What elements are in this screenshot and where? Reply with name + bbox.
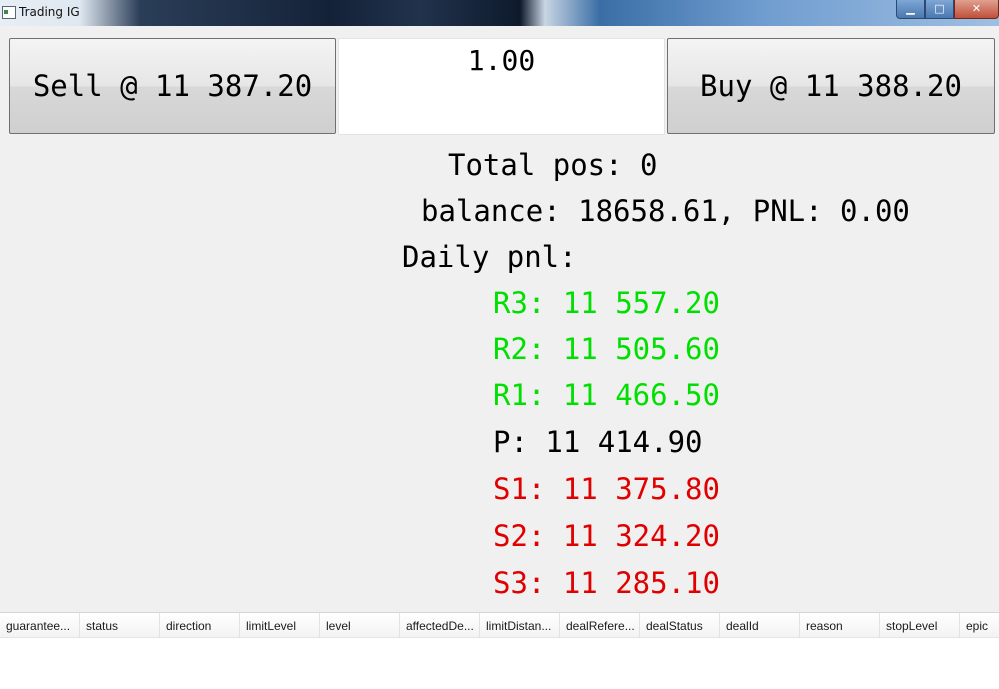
quantity-input[interactable]: 1.00 <box>338 38 665 135</box>
resistance-2-level: R2: 11 505.60 <box>493 332 720 366</box>
daily-pnl-label: Daily pnl: <box>402 240 577 274</box>
column-header-limit-distance[interactable]: limitDistan... <box>480 613 560 637</box>
column-header-deal-status[interactable]: dealStatus <box>640 613 720 637</box>
column-header-deal-id[interactable]: dealId <box>720 613 800 637</box>
support-2-level: S2: 11 324.20 <box>493 519 720 553</box>
window-controls: ▁ □ ✕ <box>896 0 999 19</box>
maximize-icon[interactable]: □ <box>925 0 954 19</box>
title-bar: Trading IG ▁ □ ✕ <box>0 0 999 26</box>
column-header-stop-level[interactable]: stopLevel <box>880 613 960 637</box>
support-1-level: S1: 11 375.80 <box>493 472 720 506</box>
close-icon[interactable]: ✕ <box>954 0 999 19</box>
column-header-level[interactable]: level <box>320 613 400 637</box>
column-header-reason[interactable]: reason <box>800 613 880 637</box>
column-header-deal-reference[interactable]: dealRefere... <box>560 613 640 637</box>
column-header-guaranteed[interactable]: guarantee... <box>0 613 80 637</box>
column-header-status[interactable]: status <box>80 613 160 637</box>
support-3-level: S3: 11 285.10 <box>493 566 720 600</box>
buy-button[interactable]: Buy @ 11 388.20 <box>667 38 995 134</box>
column-header-direction[interactable]: direction <box>160 613 240 637</box>
column-header-affected-deals[interactable]: affectedDe... <box>400 613 480 637</box>
resistance-1-level: R1: 11 466.50 <box>493 378 720 412</box>
pivot-level: P: 11 414.90 <box>493 425 703 459</box>
minimize-icon[interactable]: ▁ <box>896 0 925 19</box>
balance-pnl-label: balance: 18658.61, PNL: 0.00 <box>421 194 910 228</box>
table-header: guarantee... status direction limitLevel… <box>0 612 999 638</box>
positions-table: guarantee... status direction limitLevel… <box>0 612 999 689</box>
column-header-limit-level[interactable]: limitLevel <box>240 613 320 637</box>
column-header-epic[interactable]: epic <box>960 613 999 637</box>
app-icon <box>2 6 16 19</box>
sell-button[interactable]: Sell @ 11 387.20 <box>9 38 336 134</box>
total-position-label: Total pos: 0 <box>448 148 658 182</box>
window-title: Trading IG <box>19 5 80 19</box>
resistance-3-level: R3: 11 557.20 <box>493 286 720 320</box>
